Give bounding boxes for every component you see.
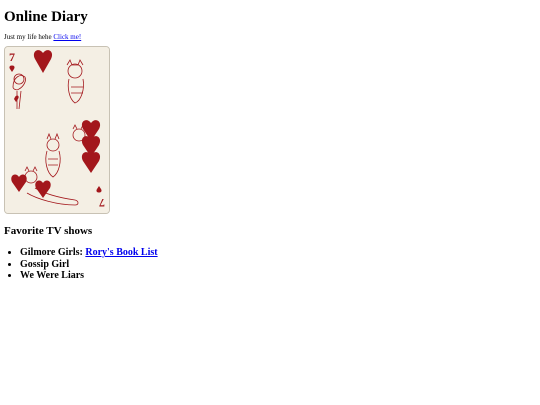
list-item: Gilmore Girls: Rory's Book List: [20, 247, 536, 259]
list-item-label: Gossip Girl: [20, 258, 70, 270]
playing-card-illustration: 7 7: [5, 47, 109, 213]
rorys-book-list-link[interactable]: Rory's Book List: [85, 247, 157, 258]
page: Online Diary Just my life hehe Click me!…: [0, 0, 540, 282]
favorites-list: Gilmore Girls: Rory's Book List Gossip G…: [4, 247, 536, 282]
tagline-text: Just my life hehe: [4, 33, 52, 41]
tagline: Just my life hehe Click me!: [4, 33, 536, 42]
card-rank-bottom: 7: [99, 196, 105, 210]
click-me-link[interactable]: Click me!: [53, 33, 81, 41]
card-rank-top: 7: [9, 50, 15, 64]
seven-of-hearts-card-image: 7 7: [4, 46, 110, 214]
favorites-heading: Favorite TV shows: [4, 225, 93, 237]
list-item: Gossip Girl: [20, 259, 536, 271]
list-item: We Were Liars: [20, 270, 536, 282]
list-item-label: We Were Liars: [20, 270, 85, 281]
page-title: Online Diary: [4, 9, 88, 25]
list-item-label: Gilmore Girls:: [20, 247, 86, 258]
